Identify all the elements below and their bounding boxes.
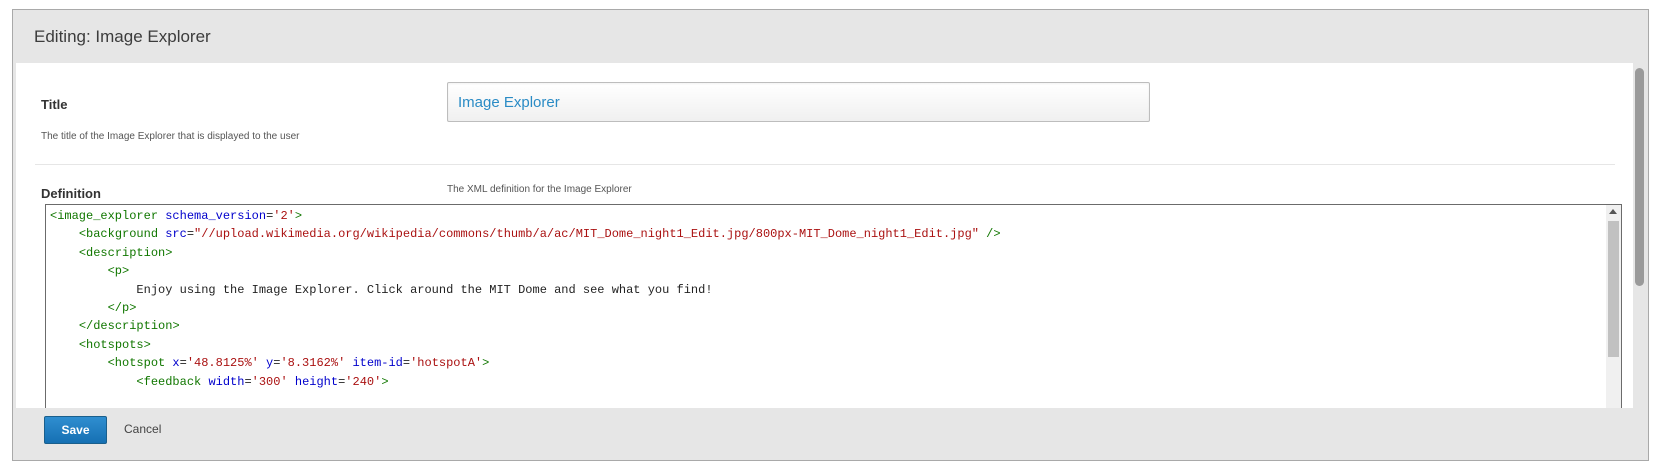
code-line: <background src="//upload.wikimedia.org/… — [78, 227, 1001, 242]
code-line: <feedback width='300' height='240'> — [136, 374, 389, 389]
code-content[interactable]: <image_explorer schema_version='2'> <bac… — [50, 207, 1001, 391]
modal-footer: Save Cancel — [13, 408, 1648, 462]
modal-header: Editing: Image Explorer — [13, 10, 1648, 63]
field-divider — [35, 164, 1615, 165]
editor-scrollbar[interactable] — [1606, 205, 1621, 408]
title-help-text: The title of the Image Explorer that is … — [41, 131, 300, 142]
code-line: </p> — [107, 301, 137, 316]
modal-body: Title The title of the Image Explorer th… — [16, 63, 1633, 408]
xml-definition-editor[interactable]: <image_explorer schema_version='2'> <bac… — [45, 204, 1622, 408]
code-line: Enjoy using the Image Explorer. Click ar… — [136, 282, 713, 297]
code-line: <hotspots> — [78, 337, 151, 352]
definition-label: Definition — [41, 186, 101, 201]
cancel-link[interactable]: Cancel — [124, 422, 161, 436]
code-line: <p> — [107, 264, 130, 279]
modal-title: Editing: Image Explorer — [34, 27, 211, 46]
code-line: <description> — [78, 245, 173, 260]
modal-scrollbar-thumb[interactable] — [1635, 68, 1644, 286]
scroll-up-icon[interactable] — [1609, 209, 1617, 214]
save-button[interactable]: Save — [44, 416, 107, 444]
title-input[interactable] — [447, 82, 1150, 122]
definition-help-text: The XML definition for the Image Explore… — [447, 184, 632, 195]
editor-scrollbar-thumb[interactable] — [1608, 221, 1619, 357]
code-line: <image_explorer schema_version='2'> — [50, 209, 303, 223]
edit-modal: Editing: Image Explorer Title The title … — [12, 9, 1649, 461]
code-line: <hotspot x='48.8125%' y='8.3162%' item-i… — [107, 356, 490, 371]
title-label: Title — [41, 97, 68, 112]
code-line: </description> — [78, 319, 180, 334]
